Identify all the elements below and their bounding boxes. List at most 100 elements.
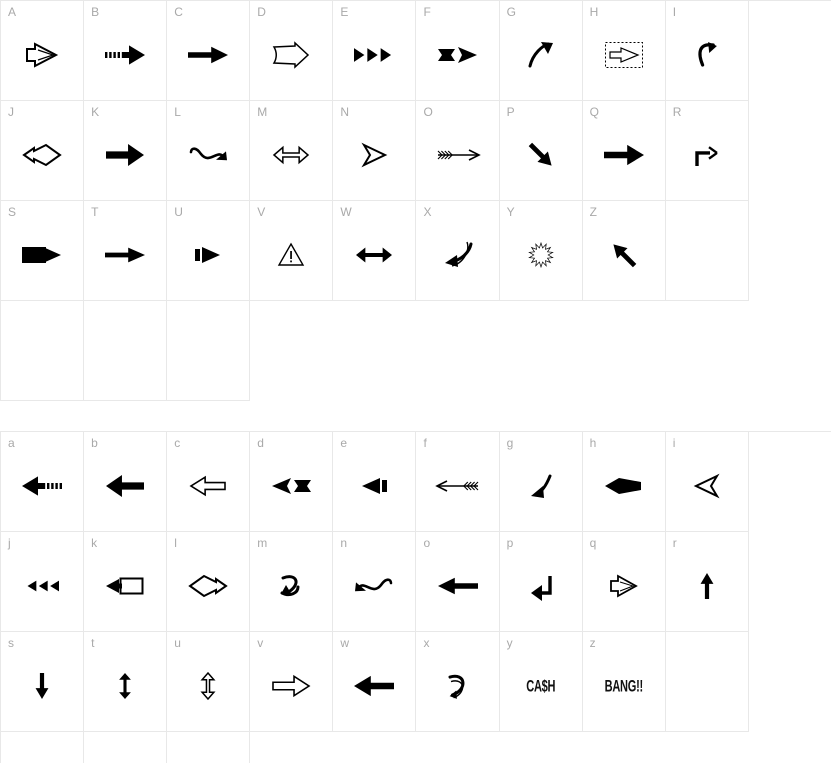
wide-solid-arrow-right-icon bbox=[583, 101, 665, 200]
box-tail-arrow-left-icon bbox=[84, 532, 166, 631]
glyph-cell[interactable]: Q bbox=[582, 101, 666, 201]
glyph-cell-empty bbox=[1, 301, 85, 401]
glyph-cell[interactable]: T bbox=[84, 201, 168, 301]
curled-ribbon-arrow-down-left-icon bbox=[416, 201, 498, 300]
faint-starburst-icon bbox=[500, 201, 582, 300]
glyph-cell[interactable]: x bbox=[416, 632, 500, 732]
glyph-cell[interactable]: D bbox=[250, 1, 334, 101]
glyph-cell[interactable]: I bbox=[665, 1, 749, 101]
solid-arrow-down-right-icon bbox=[500, 101, 582, 200]
glyph-cell[interactable]: J bbox=[1, 101, 85, 201]
glyph-cell[interactable]: z BANG!! bbox=[582, 632, 666, 732]
glyph-cell[interactable]: B bbox=[84, 1, 168, 101]
return-enter-arrow-icon bbox=[500, 532, 582, 631]
tapered-arrow-left-icon bbox=[583, 432, 665, 531]
glyph-cell[interactable]: r bbox=[665, 532, 749, 632]
glyph-cell[interactable]: a bbox=[1, 432, 85, 532]
glyph-cell[interactable]: L bbox=[167, 101, 251, 201]
bold-solid-arrow-left-icon bbox=[84, 432, 166, 531]
glyph-cell[interactable]: d bbox=[250, 432, 334, 532]
bang-word-icon: BANG!! bbox=[583, 632, 665, 731]
glyph-cell[interactable]: F bbox=[416, 1, 500, 101]
glyph-cell[interactable]: S bbox=[1, 201, 85, 301]
glyph-cell[interactable]: o bbox=[416, 532, 500, 632]
glyph-cell[interactable]: h bbox=[582, 432, 666, 532]
thin-solid-arrow-right-icon bbox=[167, 1, 249, 100]
glyph-cell[interactable]: P bbox=[499, 101, 583, 201]
glyph-cell[interactable]: u bbox=[167, 632, 251, 732]
glyph-cell[interactable]: e bbox=[333, 432, 417, 532]
glyph-cell[interactable]: t bbox=[84, 632, 168, 732]
glyph-cell-empty bbox=[167, 301, 251, 401]
glyph-cell[interactable]: p bbox=[499, 532, 583, 632]
glyph-cell-empty bbox=[167, 732, 251, 763]
glyph-cell[interactable]: f bbox=[416, 432, 500, 532]
curved-arrow-up-right-icon bbox=[500, 1, 582, 100]
double-headed-arrow-vertical-icon bbox=[84, 632, 166, 731]
glyph-cell[interactable]: U bbox=[167, 201, 251, 301]
triple-chevron-right-icon bbox=[333, 1, 415, 100]
block-tail-arrow-right-icon bbox=[1, 201, 83, 300]
hook-arrow-clockwise-icon bbox=[666, 1, 748, 100]
glyph-cell[interactable]: w bbox=[333, 632, 417, 732]
thin-solid-arrow-left-icon bbox=[416, 532, 498, 631]
glyph-cell[interactable]: H bbox=[582, 1, 666, 101]
slim-solid-arrow-right-icon bbox=[84, 201, 166, 300]
double-headed-arrow-horizontal-icon bbox=[333, 201, 415, 300]
glyph-cell[interactable]: O bbox=[416, 101, 500, 201]
bold-solid-arrow-right-icon bbox=[84, 101, 166, 200]
glyph-cell[interactable]: W bbox=[333, 201, 417, 301]
glyph-cell[interactable]: n bbox=[333, 532, 417, 632]
glyph-cell[interactable]: k bbox=[84, 532, 168, 632]
glyph-cell[interactable]: y CA$H bbox=[499, 632, 583, 732]
charmap-section-lowercase: a b c d e f g h i j k l m n o p q r s t u v w x y CA$H z BANG!! bbox=[0, 431, 831, 763]
feathered-shaft-arrow-right-icon bbox=[416, 101, 498, 200]
glyph-cell[interactable]: A bbox=[1, 1, 85, 101]
glyph-cell[interactable]: m bbox=[250, 532, 334, 632]
glyph-cell[interactable]: G bbox=[499, 1, 583, 101]
glyph-cell[interactable]: j bbox=[1, 532, 85, 632]
glyph-cell[interactable]: c bbox=[167, 432, 251, 532]
glyph-cell[interactable]: K bbox=[84, 101, 168, 201]
glyph-cell-empty bbox=[665, 201, 749, 301]
solid-arrow-up-icon bbox=[666, 532, 748, 631]
charmap-section-uppercase: ABCDEFGHI JKLMNOPQR STUVWXYZ bbox=[0, 0, 831, 401]
charmap-sections: ABCDEFGHI JKLMNOPQR STUVWXYZabcdefghi jklmn… bbox=[0, 0, 831, 763]
solid-arrow-down-icon bbox=[1, 632, 83, 731]
glyph-cell[interactable]: v bbox=[250, 632, 334, 732]
outline-arrow-right-icon bbox=[250, 632, 332, 731]
banner-tag-arrow-right-icon bbox=[250, 1, 332, 100]
glyph-cell[interactable]: Z bbox=[582, 201, 666, 301]
glyph-cell[interactable]: X bbox=[416, 201, 500, 301]
dotted-outline-arrow-right-icon bbox=[583, 1, 665, 100]
glyph-cell[interactable]: l bbox=[167, 532, 251, 632]
glyph-cell-empty bbox=[665, 632, 749, 732]
glyph-cell[interactable]: M bbox=[250, 101, 334, 201]
outline-block-arrow-right-icon bbox=[1, 1, 83, 100]
outline-double-headed-arrow-vertical-icon bbox=[167, 632, 249, 731]
short-bar-arrow-right-icon bbox=[167, 201, 249, 300]
glyph-cell[interactable]: s bbox=[1, 632, 85, 732]
triple-chevron-left-icon bbox=[1, 532, 83, 631]
outline-arrow-left-icon bbox=[167, 432, 249, 531]
curved-arrow-down-left-icon bbox=[500, 432, 582, 531]
cash-word-icon: CA$H bbox=[500, 632, 582, 731]
striped-tail-arrow-left-icon bbox=[1, 432, 83, 531]
squiggle-wave-arrow-left-icon bbox=[333, 532, 415, 631]
glyph-cell[interactable]: N bbox=[333, 101, 417, 201]
outline-double-headed-arrow-icon bbox=[250, 101, 332, 200]
glyph-cell[interactable]: Y bbox=[499, 201, 583, 301]
striped-tail-arrow-right-icon bbox=[84, 1, 166, 100]
glyph-cell[interactable]: R bbox=[665, 101, 749, 201]
glyph-cell[interactable]: g bbox=[499, 432, 583, 532]
notched-solid-arrow-right-icon bbox=[416, 1, 498, 100]
squiggle-wave-arrow-right-icon bbox=[167, 101, 249, 200]
glyph-cell[interactable]: C bbox=[167, 1, 251, 101]
glyph-cell[interactable]: q bbox=[582, 532, 666, 632]
glyph-cell[interactable]: V bbox=[250, 201, 334, 301]
glyph-cell[interactable]: b bbox=[84, 432, 168, 532]
glyph-cell[interactable]: i bbox=[665, 432, 749, 532]
glyph-cell[interactable]: E bbox=[333, 1, 417, 101]
section-divider-gap bbox=[0, 401, 831, 431]
double-outline-arrow-left-icon bbox=[167, 532, 249, 631]
